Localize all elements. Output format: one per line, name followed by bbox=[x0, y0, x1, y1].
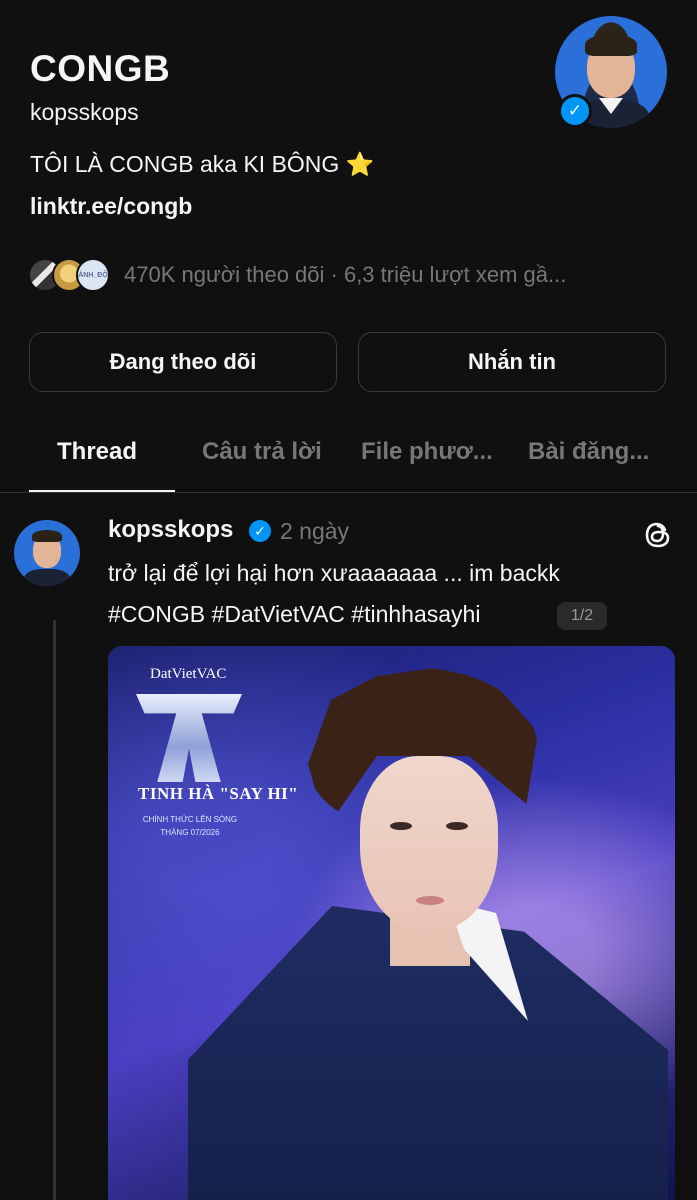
person-eye bbox=[446, 822, 468, 830]
tab-thread[interactable]: Thread bbox=[57, 438, 137, 466]
show-subtitle-line2: THÁNG 07/2026 bbox=[160, 828, 220, 837]
person-face bbox=[360, 756, 498, 932]
profile-name: CONGB bbox=[30, 48, 171, 89]
profile-handle: kopsskops bbox=[30, 99, 139, 125]
active-tab-indicator bbox=[29, 490, 175, 492]
verified-badge-icon: ✓ bbox=[558, 94, 592, 128]
profile-bio: TÔI LÀ CONGB aka KI BÔNG ⭐ bbox=[30, 151, 375, 177]
brand-logo: DatVietVAC bbox=[150, 666, 227, 682]
follower-avatar-text: ẢNH_ĐỘ bbox=[78, 271, 108, 279]
person-eye bbox=[390, 822, 412, 830]
profile-tabs: Thread Câu trả lời File phươ... Bài đăng… bbox=[0, 420, 697, 493]
post-username[interactable]: kopsskops bbox=[108, 516, 233, 544]
post-text-line-1: trở lại để lợi hại hơn xưaaaaaaa ... im … bbox=[108, 560, 560, 586]
media-counter: 1/2 bbox=[557, 602, 607, 630]
show-title: TINH HÀ "SAY HI" bbox=[138, 784, 299, 803]
tab-media[interactable]: File phươ... bbox=[361, 438, 493, 466]
verified-badge-icon: ✓ bbox=[249, 520, 271, 542]
show-logo-icon bbox=[136, 694, 242, 782]
followers-summary[interactable]: ẢNH_ĐỘ 470K người theo dõi · 6,3 triệu l… bbox=[28, 258, 566, 292]
followers-stats: 470K người theo dõi · 6,3 triệu lượt xem… bbox=[124, 262, 567, 287]
show-subtitle: CHÍNH THỨC LÊN SÓNG THÁNG 07/2026 bbox=[138, 813, 242, 839]
following-button[interactable]: Đang theo dõi bbox=[29, 332, 337, 392]
profile-link[interactable]: linktr.ee/congb bbox=[30, 193, 192, 220]
post-image[interactable]: DatVietVAC TINH HÀ "SAY HI" CHÍNH THỨC L… bbox=[108, 646, 675, 1200]
follower-avatar: ẢNH_ĐỘ bbox=[76, 258, 110, 292]
threads-logo-icon[interactable] bbox=[640, 517, 676, 553]
person-lips bbox=[416, 896, 444, 905]
post-time: 2 ngày bbox=[280, 518, 350, 544]
thread-line bbox=[53, 620, 56, 1200]
tab-reposts[interactable]: Bài đăng... bbox=[528, 438, 649, 466]
post-hashtags[interactable]: #CONGB #DatVietVAC #tinhhasayhi bbox=[108, 601, 480, 628]
tab-replies[interactable]: Câu trả lời bbox=[202, 438, 322, 466]
show-subtitle-line1: CHÍNH THỨC LÊN SÓNG bbox=[142, 815, 238, 824]
message-button[interactable]: Nhắn tin bbox=[358, 332, 666, 392]
post-avatar[interactable] bbox=[14, 520, 80, 586]
